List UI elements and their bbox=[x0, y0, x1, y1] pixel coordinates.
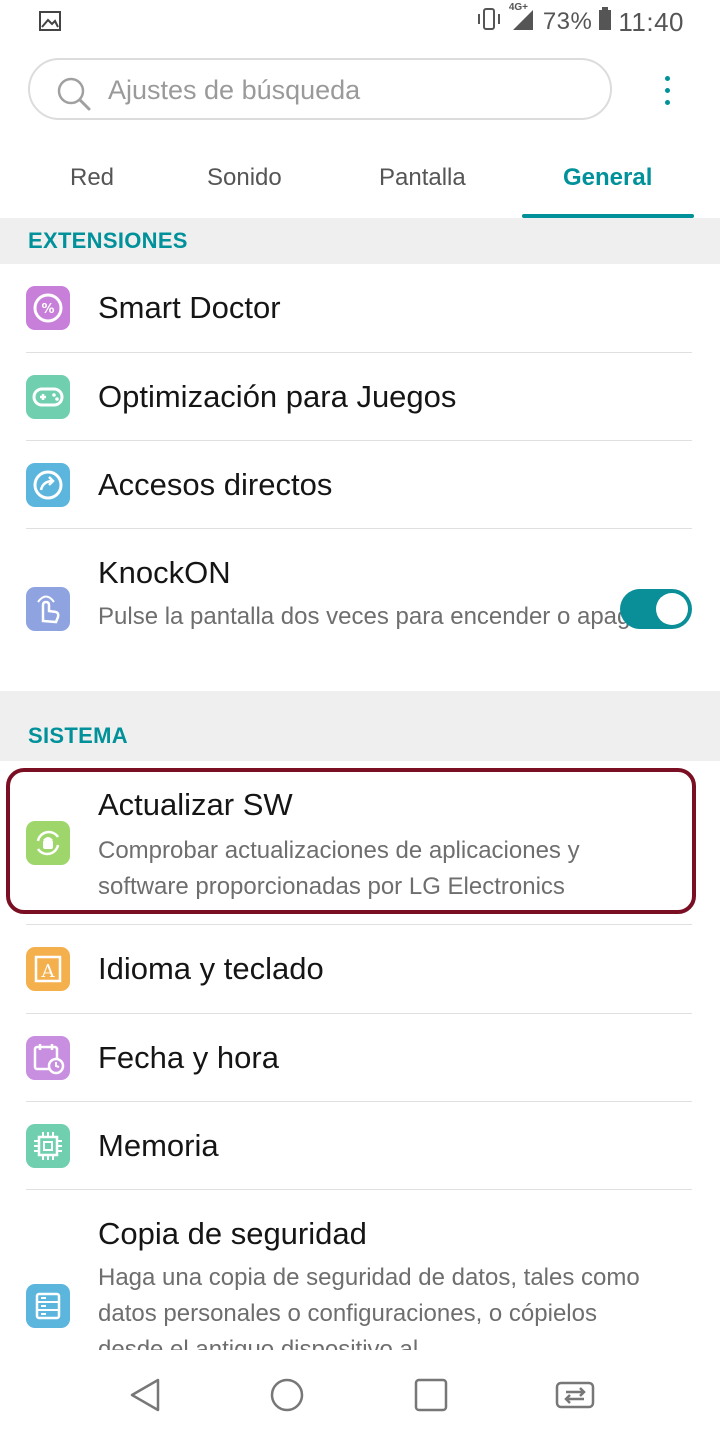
navigation-bar bbox=[0, 1350, 720, 1440]
section-header-sistema: SISTEMA bbox=[0, 691, 720, 761]
svg-text:%: % bbox=[41, 302, 54, 317]
tab-pantalla[interactable]: Pantalla bbox=[379, 164, 466, 192]
battery-icon bbox=[598, 6, 612, 38]
gamepad-icon bbox=[26, 375, 70, 419]
item-title: Idioma y teclado bbox=[98, 951, 324, 986]
toggle-knob bbox=[656, 593, 688, 625]
highlight-frame bbox=[6, 768, 696, 914]
svg-text:A: A bbox=[41, 961, 56, 982]
item-title: Fecha y hora bbox=[98, 1040, 279, 1075]
smart-doctor-icon: % bbox=[26, 286, 70, 330]
settings-item-memory[interactable]: Memoria bbox=[0, 1102, 720, 1190]
settings-item-smart-doctor[interactable]: % Smart Doctor bbox=[0, 264, 720, 352]
settings-item-date-time[interactable]: Fecha y hora bbox=[0, 1014, 720, 1102]
switch-apps-icon[interactable] bbox=[552, 1372, 598, 1418]
settings-item-knockon[interactable]: KnockON Pulse la pantalla dos veces para… bbox=[0, 529, 720, 691]
overflow-menu-icon[interactable] bbox=[650, 70, 684, 110]
recents-icon[interactable] bbox=[408, 1372, 454, 1418]
backup-list-icon bbox=[26, 1284, 70, 1328]
section-title: EXTENSIONES bbox=[28, 228, 188, 253]
tab-red[interactable]: Red bbox=[70, 164, 114, 192]
item-title: Smart Doctor bbox=[98, 290, 281, 325]
tab-general[interactable]: General bbox=[563, 164, 652, 192]
battery-percent: 73% bbox=[542, 8, 593, 35]
signal-icon: 4G+ bbox=[509, 2, 537, 39]
settings-item-shortcuts[interactable]: Accesos directos bbox=[0, 441, 720, 529]
status-bar: 4G+ 73% 11:40 bbox=[0, 0, 720, 44]
knock-hand-icon bbox=[26, 587, 70, 631]
chip-icon bbox=[26, 1124, 70, 1168]
search-row: Ajustes de búsqueda bbox=[0, 58, 720, 124]
category-tabs: Red Sonido Pantalla General bbox=[0, 150, 720, 219]
search-input[interactable]: Ajustes de búsqueda bbox=[28, 58, 612, 120]
item-title: Copia de seguridad bbox=[98, 1216, 367, 1251]
clock: 11:40 bbox=[618, 6, 684, 37]
home-icon[interactable] bbox=[264, 1372, 310, 1418]
language-a-icon: A bbox=[26, 947, 70, 991]
item-title: Optimización para Juegos bbox=[98, 379, 457, 414]
gallery-notification-icon bbox=[38, 10, 62, 32]
section-header-extensiones: EXTENSIONES bbox=[0, 218, 720, 264]
shortcut-arrow-icon bbox=[26, 463, 70, 507]
settings-item-backup[interactable]: Copia de seguridad Haga una copia de seg… bbox=[0, 1190, 720, 1350]
calendar-clock-icon bbox=[26, 1036, 70, 1080]
item-title: KnockON bbox=[98, 555, 231, 590]
search-placeholder: Ajustes de búsqueda bbox=[108, 75, 361, 105]
search-icon bbox=[56, 76, 92, 117]
settings-item-language-keyboard[interactable]: A Idioma y teclado bbox=[0, 925, 720, 1013]
back-icon[interactable] bbox=[122, 1372, 168, 1418]
item-title: Memoria bbox=[98, 1128, 219, 1163]
section-title: SISTEMA bbox=[28, 723, 128, 748]
item-subtitle: Haga una copia de seguridad de datos, ta… bbox=[98, 1264, 640, 1350]
vibrate-icon bbox=[475, 7, 503, 38]
settings-item-game-optimization[interactable]: Optimización para Juegos bbox=[0, 353, 720, 441]
item-subtitle: Pulse la pantalla dos veces para encende… bbox=[98, 603, 652, 630]
tab-sonido[interactable]: Sonido bbox=[207, 164, 282, 192]
network-type-label: 4G+ bbox=[508, 1, 528, 13]
item-title: Accesos directos bbox=[98, 467, 333, 502]
knockon-toggle-switch[interactable] bbox=[620, 589, 692, 629]
